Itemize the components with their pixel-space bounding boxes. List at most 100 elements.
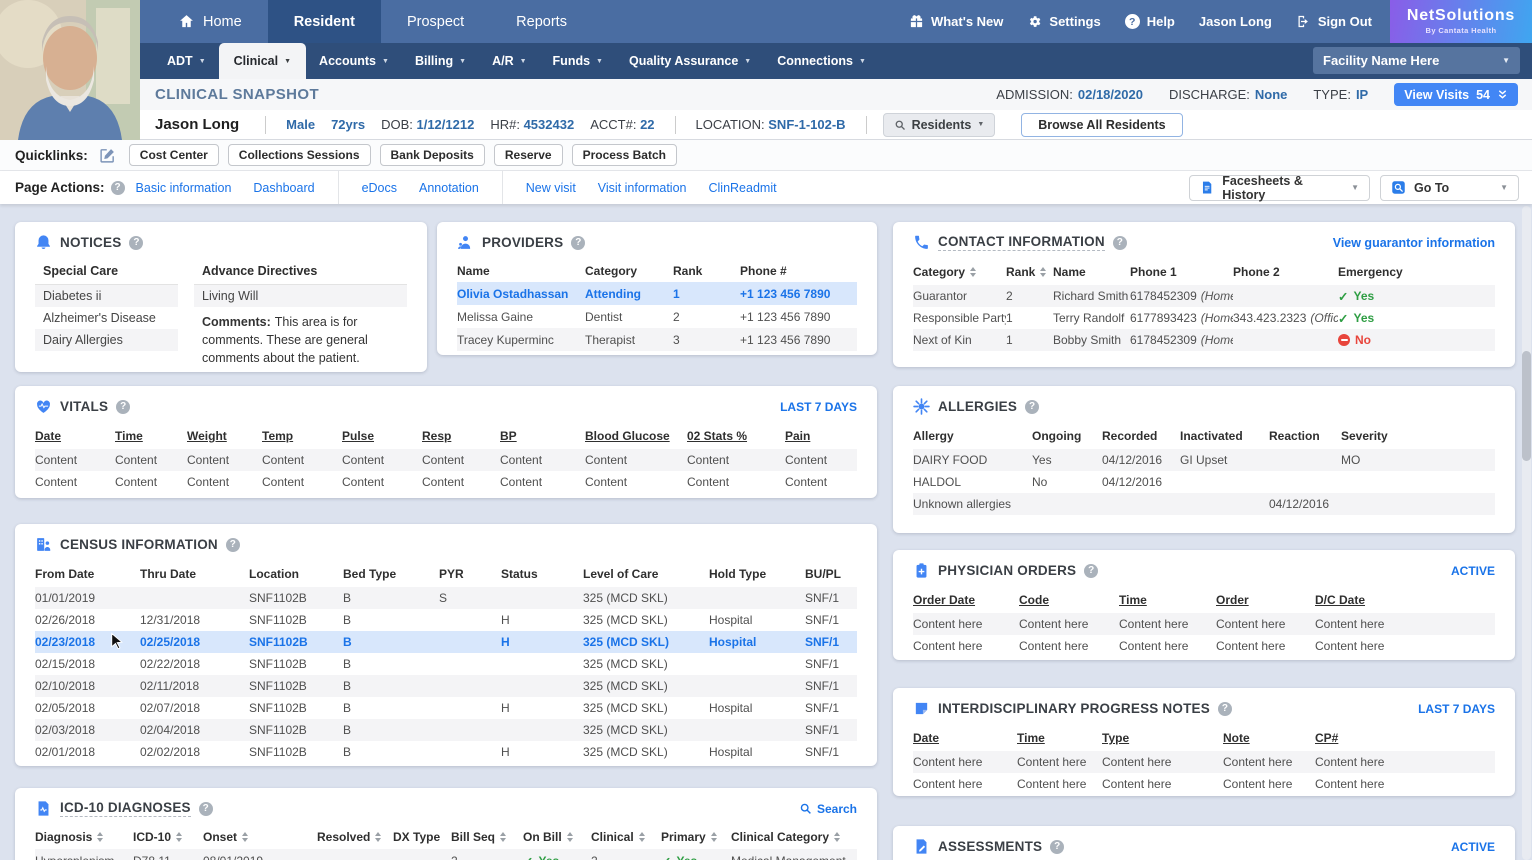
table-row[interactable]: 02/15/201802/22/2018SNF1102BB325 (MCD SK…: [35, 653, 857, 675]
nav-prospect[interactable]: Prospect: [381, 0, 490, 43]
search-link[interactable]: Search: [799, 802, 857, 816]
table-row[interactable]: HALDOLNo04/12/2016: [913, 471, 1495, 493]
facesheets-history-dropdown[interactable]: Facesheets & History ▼: [1189, 175, 1370, 201]
last-7-days-link[interactable]: LAST 7 DAYS: [780, 400, 857, 414]
column-header[interactable]: Category: [913, 265, 1006, 279]
column-header[interactable]: Diagnosis: [35, 830, 133, 844]
page-scrollbar-track[interactable]: [1522, 206, 1531, 860]
whats-new-button[interactable]: What's New: [909, 14, 1003, 29]
tab-connections[interactable]: Connections▼: [764, 43, 879, 79]
tab-quality-assurance[interactable]: Quality Assurance▼: [616, 43, 764, 79]
table-cell: SNF1102B: [249, 591, 343, 605]
table-header-row: AllergyOngoingRecordedInactivatedReactio…: [913, 423, 1495, 449]
column-header[interactable]: Clinical Category: [731, 830, 857, 844]
residents-dropdown[interactable]: Residents ▼: [883, 113, 996, 137]
help-icon[interactable]: ?: [1113, 236, 1127, 250]
quicklink-bank-deposits[interactable]: Bank Deposits: [380, 144, 485, 166]
nav-home[interactable]: Home: [152, 0, 268, 43]
search-label: Search: [817, 802, 857, 816]
action-visit-information[interactable]: Visit information: [598, 181, 687, 195]
help-icon[interactable]: ?: [1084, 564, 1098, 578]
help-icon[interactable]: ?: [1050, 840, 1064, 854]
column-header: Blood Glucose: [585, 429, 687, 443]
table-row[interactable]: ContentContentContentContentContentConte…: [35, 471, 857, 493]
help-icon[interactable]: ?: [199, 802, 213, 816]
column-header[interactable]: Primary: [661, 830, 731, 844]
tab-billing[interactable]: Billing▼: [402, 43, 479, 79]
advance-directives-header: Advance Directives: [194, 261, 407, 285]
table-cell: SNF1102B: [249, 657, 343, 671]
column-header[interactable]: On Bill: [523, 830, 591, 844]
action-new-visit[interactable]: New visit: [526, 181, 576, 195]
table-row[interactable]: HypersplenismD78.1108/01/20192✓Yes2✓YesM…: [35, 849, 857, 860]
action-basic-information[interactable]: Basic information: [136, 181, 232, 195]
table-row[interactable]: Content hereContent hereContent hereCont…: [913, 751, 1495, 773]
quicklink-process-batch[interactable]: Process Batch: [572, 144, 677, 166]
table-row[interactable]: DAIRY FOODYes04/12/2016GI UpsetMO: [913, 449, 1495, 471]
help-icon[interactable]: ?: [111, 181, 125, 195]
last-7-days-link[interactable]: LAST 7 DAYS: [1418, 702, 1495, 716]
view-visits-button[interactable]: View Visits 54: [1394, 83, 1518, 106]
table-row[interactable]: ContentContentContentContentContentConte…: [35, 449, 857, 471]
edit-icon[interactable]: [99, 147, 116, 164]
help-icon[interactable]: ?: [226, 538, 240, 552]
column-header: Bed Type: [343, 567, 439, 581]
action-annotation[interactable]: Annotation: [419, 181, 479, 195]
table-row[interactable]: 02/05/201802/07/2018SNF1102BBH325 (MCD S…: [35, 697, 857, 719]
active-link[interactable]: ACTIVE: [1451, 564, 1495, 578]
column-header[interactable]: Rank: [1006, 265, 1053, 279]
column-header[interactable]: ICD-10: [133, 830, 203, 844]
help-button[interactable]: ? Help: [1125, 14, 1175, 29]
quicklink-cost-center[interactable]: Cost Center: [129, 144, 219, 166]
column-header[interactable]: Clinical: [591, 830, 661, 844]
user-menu[interactable]: Jason Long: [1199, 14, 1272, 29]
view-guarantor-link[interactable]: View guarantor information: [1333, 236, 1495, 250]
active-link[interactable]: ACTIVE: [1451, 840, 1495, 854]
table-row[interactable]: Responsible Party1Terry Randolf617789342…: [913, 307, 1495, 329]
column-header[interactable]: Onset: [203, 830, 317, 844]
table-row[interactable]: Content hereContent hereContent hereCont…: [913, 613, 1495, 635]
page-scrollbar-thumb[interactable]: [1522, 351, 1531, 461]
help-icon[interactable]: ?: [116, 400, 130, 414]
facility-dropdown[interactable]: Facility Name Here ▼: [1313, 47, 1520, 74]
table-row[interactable]: Melissa GaineDentist2+1 123 456 7890: [457, 305, 857, 328]
help-icon[interactable]: ?: [129, 236, 143, 250]
table-row[interactable]: Content hereContent hereContent hereCont…: [913, 773, 1495, 795]
tab-accounts[interactable]: Accounts▼: [306, 43, 402, 79]
column-header[interactable]: Bill Seq: [451, 830, 523, 844]
clipboard-plus-icon: [913, 562, 930, 579]
table-row[interactable]: 02/10/201802/11/2018SNF1102BB325 (MCD SK…: [35, 675, 857, 697]
action-dashboard[interactable]: Dashboard: [253, 181, 314, 195]
tab-funds[interactable]: Funds▼: [540, 43, 616, 79]
help-icon[interactable]: ?: [1025, 400, 1039, 414]
goto-dropdown[interactable]: Go To ▼: [1380, 175, 1519, 201]
settings-button[interactable]: Settings: [1027, 14, 1100, 29]
table-row[interactable]: 01/01/2019SNF1102BBS325 (MCD SKL)SNF/1: [35, 587, 857, 609]
table-row[interactable]: Content hereContent hereContent hereCont…: [913, 635, 1495, 657]
table-row[interactable]: Unknown allergies04/12/2016: [913, 493, 1495, 515]
action-edocs[interactable]: eDocs: [362, 181, 397, 195]
browse-all-residents-button[interactable]: Browse All Residents: [1021, 113, 1182, 137]
tab-adt[interactable]: ADT▼: [154, 43, 219, 79]
table-row[interactable]: Guarantor2Richard Smith6178452309(Home)✓…: [913, 285, 1495, 307]
help-icon[interactable]: ?: [1218, 702, 1232, 716]
help-icon[interactable]: ?: [571, 236, 585, 250]
action-clinreadmit[interactable]: ClinReadmit: [709, 181, 777, 195]
quicklink-collections-sessions[interactable]: Collections Sessions: [228, 144, 371, 166]
table-row[interactable]: Tracey KupermincTherapist3+1 123 456 789…: [457, 328, 857, 351]
table-row[interactable]: 02/26/201812/31/2018SNF1102BBH325 (MCD S…: [35, 609, 857, 631]
table-row[interactable]: 02/03/201802/04/2018SNF1102BB325 (MCD SK…: [35, 719, 857, 741]
table-row[interactable]: 02/01/201802/02/2018SNF1102BBH325 (MCD S…: [35, 741, 857, 763]
tab-clinical[interactable]: Clinical▼: [219, 43, 306, 79]
table-row[interactable]: Olivia OstadhassanAttending1+1 123 456 7…: [457, 282, 857, 305]
table-row[interactable]: 02/23/201802/25/2018SNF1102BBH325 (MCD S…: [35, 631, 857, 653]
table-cell: Content: [585, 453, 687, 467]
column-header[interactable]: Resolved: [317, 830, 393, 844]
nav-resident[interactable]: Resident: [268, 0, 381, 43]
sign-out-button[interactable]: Sign Out: [1296, 14, 1372, 29]
tab-ar[interactable]: A/R▼: [479, 43, 539, 79]
table-row[interactable]: Next of Kin1Bobby Smith6178452309(Home)N…: [913, 329, 1495, 351]
no-icon: [1338, 334, 1350, 346]
nav-reports[interactable]: Reports: [490, 0, 593, 43]
quicklink-reserve[interactable]: Reserve: [494, 144, 563, 166]
